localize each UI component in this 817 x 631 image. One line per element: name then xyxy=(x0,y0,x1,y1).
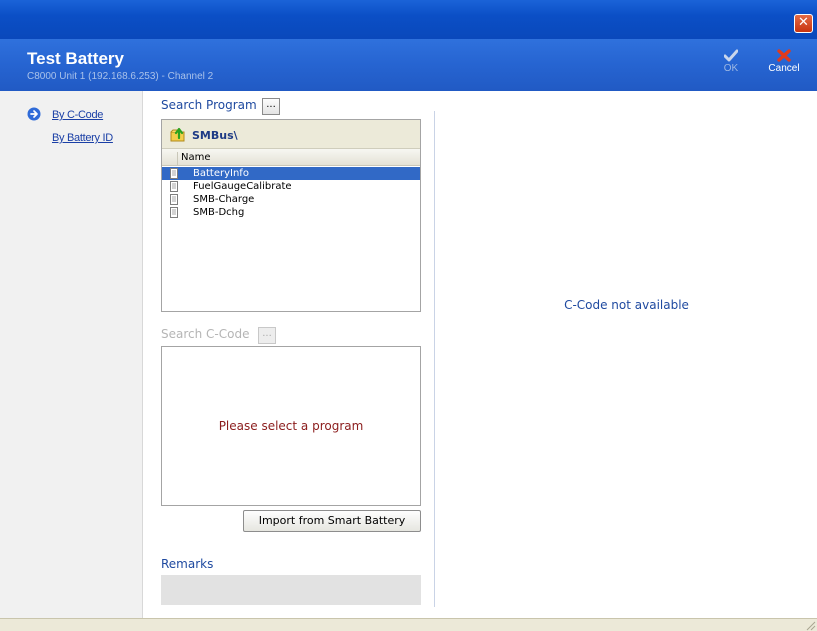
search-program-label: Search Program xyxy=(161,98,257,112)
program-list-item[interactable]: FuelGaugeCalibrate xyxy=(162,180,420,193)
program-list-item[interactable]: SMB-Dchg xyxy=(162,206,420,219)
remarks-label: Remarks xyxy=(161,557,214,571)
program-list-item[interactable]: BatteryInfo xyxy=(162,167,420,180)
cancel-x-icon xyxy=(777,49,791,62)
sidebar-item-by-battery-id[interactable]: By Battery ID xyxy=(52,132,113,144)
program-list-item-label: SMB-Dchg xyxy=(193,207,245,218)
document-icon xyxy=(170,207,178,218)
program-list-item-label: SMB-Charge xyxy=(193,194,255,205)
document-icon xyxy=(170,194,178,205)
dialog-title: Test Battery xyxy=(27,49,124,68)
name-column-header[interactable]: Name xyxy=(177,152,211,166)
sidebar: By C-Code By Battery ID xyxy=(0,91,143,618)
close-icon: ✕ xyxy=(798,15,809,30)
cancel-label: Cancel xyxy=(768,63,800,74)
program-path-bar: SMBus\ xyxy=(162,120,420,149)
document-icon xyxy=(170,181,178,192)
dialog-subtitle: C8000 Unit 1 (192.168.6.253) - Channel 2 xyxy=(27,71,214,82)
remarks-field[interactable] xyxy=(161,575,421,605)
pane-divider xyxy=(434,111,435,607)
resize-grip-icon[interactable] xyxy=(805,620,816,631)
window-title-bar: ✕ xyxy=(0,0,817,39)
arrow-right-circle-icon xyxy=(27,107,41,121)
status-bar xyxy=(0,618,817,631)
search-program-browse-button[interactable]: ... xyxy=(262,98,280,115)
c-code-not-available-message: C-Code not available xyxy=(564,298,689,312)
program-list-item-label: BatteryInfo xyxy=(193,168,249,179)
cancel-button[interactable]: Cancel xyxy=(761,49,807,85)
program-path: SMBus\ xyxy=(192,129,238,142)
ok-button[interactable]: OK xyxy=(708,49,754,85)
document-icon xyxy=(170,168,178,179)
program-list-item-label: FuelGaugeCalibrate xyxy=(193,181,292,192)
ok-label: OK xyxy=(723,63,739,74)
c-code-panel: Please select a program xyxy=(161,346,421,506)
program-list-item[interactable]: SMB-Charge xyxy=(162,193,420,206)
program-list-header[interactable]: Name xyxy=(162,149,420,166)
checkmark-icon xyxy=(724,49,738,62)
dialog-header: Test Battery C8000 Unit 1 (192.168.6.253… xyxy=(0,39,817,91)
window-close-button[interactable]: ✕ xyxy=(794,14,813,33)
search-c-code-label: Search C-Code xyxy=(161,327,250,341)
program-browser: SMBus\ Name BatteryInfo FuelGaugeCalibra… xyxy=(161,119,421,312)
search-c-code-browse-button[interactable]: ... xyxy=(258,327,276,344)
sidebar-item-by-c-code[interactable]: By C-Code xyxy=(52,109,103,121)
import-from-smart-battery-button[interactable]: Import from Smart Battery xyxy=(243,510,421,532)
folder-up-icon[interactable] xyxy=(168,124,188,144)
select-program-message: Please select a program xyxy=(218,419,364,433)
